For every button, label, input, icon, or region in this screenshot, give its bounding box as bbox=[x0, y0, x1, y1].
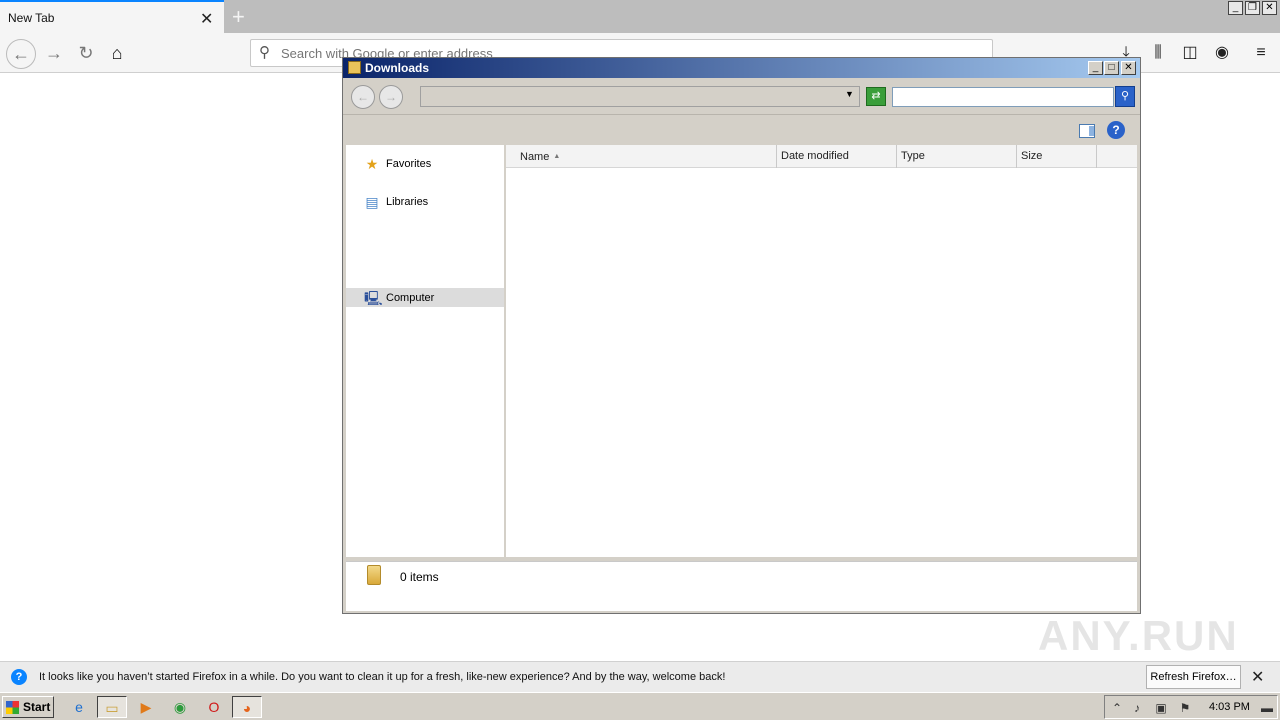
arrow-left-icon: ← bbox=[12, 44, 30, 64]
column-header-name[interactable]: Name ▲ bbox=[506, 145, 777, 168]
reload-button[interactable]: ↻ bbox=[72, 39, 100, 67]
tab-bar: New Tab ✕ + _ ❐ ✕ bbox=[0, 0, 1280, 33]
taskbar: Start e ▭ ▶ ◉ O ◕ ⌃ ♪ ▣ ⚑ 4:03 PM ▬ bbox=[0, 692, 1280, 720]
folder-icon bbox=[367, 565, 381, 585]
network-icon[interactable]: ▣ bbox=[1153, 700, 1169, 716]
clock[interactable]: 4:03 PM bbox=[1209, 701, 1250, 713]
nav-item-label: Libraries bbox=[386, 196, 429, 208]
details-pane: 0 items bbox=[346, 561, 1137, 611]
tab-new-tab[interactable]: New Tab ✕ bbox=[0, 0, 224, 33]
internet-explorer-icon[interactable]: e bbox=[64, 696, 94, 718]
notification-text: It looks like you haven’t started Firefo… bbox=[39, 671, 726, 683]
navigation-pane: ★ Favorites ▤ Libraries 🖳 Computer bbox=[346, 145, 504, 557]
nav-item-computer[interactable]: 🖳 Computer bbox=[346, 288, 504, 307]
search-button[interactable]: ⚲ bbox=[1115, 86, 1135, 107]
window-title: Downloads bbox=[365, 61, 430, 75]
home-icon: ⌂ bbox=[111, 43, 123, 63]
tab-title: New Tab bbox=[8, 11, 55, 25]
arrow-right-icon: → bbox=[385, 90, 397, 104]
home-button[interactable]: ⌂ bbox=[103, 39, 131, 67]
window-minimize-button[interactable]: _ bbox=[1088, 61, 1103, 75]
search-input[interactable] bbox=[892, 87, 1114, 107]
downloads-window: Downloads _ □ ✕ ← → ▼ ⇄ ⚲ ? ★ Favorites bbox=[342, 57, 1141, 614]
command-bar: ? bbox=[343, 114, 1140, 144]
account-icon[interactable]: ◉ bbox=[1210, 41, 1234, 65]
column-label: Name bbox=[520, 151, 550, 163]
address-bar[interactable] bbox=[420, 86, 860, 107]
column-label: Size bbox=[1021, 150, 1043, 162]
firefox-taskbar-icon[interactable]: ◕ bbox=[232, 696, 262, 718]
library-folder-icon: ▤ bbox=[365, 194, 379, 210]
reload-icon: ↻ bbox=[78, 43, 94, 63]
close-icon[interactable]: ✕ bbox=[1251, 667, 1264, 687]
minimize-button[interactable]: _ bbox=[1228, 1, 1243, 15]
show-hidden-icons-icon[interactable]: ⌃ bbox=[1109, 700, 1125, 716]
column-label: Date modified bbox=[781, 150, 849, 162]
explorer-toolbar: ← → ▼ ⇄ ⚲ bbox=[343, 78, 1140, 114]
nav-item-label: Favorites bbox=[386, 158, 432, 170]
arrow-right-icon: → bbox=[45, 43, 63, 63]
chrome-icon[interactable]: ◉ bbox=[165, 696, 195, 718]
search-icon: ⚲ bbox=[259, 44, 270, 61]
action-center-flag-icon[interactable]: ⚑ bbox=[1177, 700, 1193, 716]
preview-pane-icon[interactable] bbox=[1079, 124, 1095, 138]
column-header-type[interactable]: Type bbox=[897, 145, 1017, 168]
close-button[interactable]: ✕ bbox=[1262, 1, 1277, 15]
nav-item-label: Computer bbox=[386, 292, 435, 304]
search-icon: ⚲ bbox=[1120, 90, 1130, 102]
info-icon: ? bbox=[11, 669, 27, 685]
library-icon[interactable]: ⫼ bbox=[1146, 41, 1170, 65]
refresh-icon: ⇄ bbox=[871, 90, 881, 102]
refresh-button[interactable]: ⇄ bbox=[866, 87, 886, 106]
new-tab-icon[interactable]: + bbox=[232, 4, 245, 30]
window-maximize-button[interactable]: □ bbox=[1104, 61, 1119, 75]
window-close-button[interactable]: ✕ bbox=[1121, 61, 1136, 75]
column-label: Type bbox=[901, 150, 925, 162]
column-header-size[interactable]: Size bbox=[1017, 145, 1097, 168]
chevron-down-icon[interactable]: ▼ bbox=[845, 89, 854, 99]
explorer-taskbar-icon[interactable]: ▭ bbox=[97, 696, 127, 718]
watermark-logo: ANY.RUN bbox=[1038, 612, 1239, 659]
restore-button[interactable]: ❐ bbox=[1245, 1, 1260, 15]
item-count: 0 items bbox=[400, 570, 439, 584]
arrow-left-icon: ← bbox=[357, 90, 369, 104]
system-tray: ⌃ ♪ ▣ ⚑ 4:03 PM ▬ bbox=[1104, 695, 1278, 719]
help-icon[interactable]: ? bbox=[1107, 121, 1125, 139]
opera-icon[interactable]: O bbox=[199, 696, 229, 718]
nav-item-favorites[interactable]: ★ Favorites bbox=[346, 154, 504, 174]
start-label: Start bbox=[23, 700, 51, 714]
tab-close-icon[interactable]: ✕ bbox=[200, 9, 213, 29]
folder-icon bbox=[348, 61, 361, 74]
hamburger-menu-icon[interactable]: ≡ bbox=[1249, 41, 1273, 65]
star-icon: ★ bbox=[365, 156, 379, 172]
refresh-firefox-button[interactable]: Refresh Firefox… bbox=[1146, 665, 1241, 689]
forward-button[interactable]: → bbox=[40, 39, 68, 67]
file-list[interactable]: Name ▲ Date modified Type Size bbox=[506, 145, 1137, 557]
notification-bar: ? It looks like you haven’t started Fire… bbox=[0, 661, 1280, 692]
explorer-forward-button[interactable]: → bbox=[379, 85, 403, 109]
computer-icon: 🖳 bbox=[364, 290, 383, 306]
column-header-date-modified[interactable]: Date modified bbox=[777, 145, 897, 168]
windows-logo-icon bbox=[6, 701, 19, 714]
sidebar-icon[interactable]: ◫ bbox=[1178, 41, 1202, 65]
media-player-icon[interactable]: ▶ bbox=[131, 696, 161, 718]
show-desktop-icon[interactable]: ▬ bbox=[1259, 700, 1275, 716]
back-button[interactable]: ← bbox=[6, 39, 36, 69]
volume-icon[interactable]: ♪ bbox=[1129, 700, 1145, 716]
start-button[interactable]: Start bbox=[2, 696, 54, 718]
nav-item-libraries[interactable]: ▤ Libraries bbox=[346, 192, 504, 212]
sort-arrow-icon: ▲ bbox=[553, 153, 561, 160]
column-header-row: Name ▲ Date modified Type Size bbox=[506, 145, 1137, 168]
window-titlebar[interactable]: Downloads _ □ ✕ bbox=[343, 58, 1140, 78]
explorer-back-button[interactable]: ← bbox=[351, 85, 375, 109]
